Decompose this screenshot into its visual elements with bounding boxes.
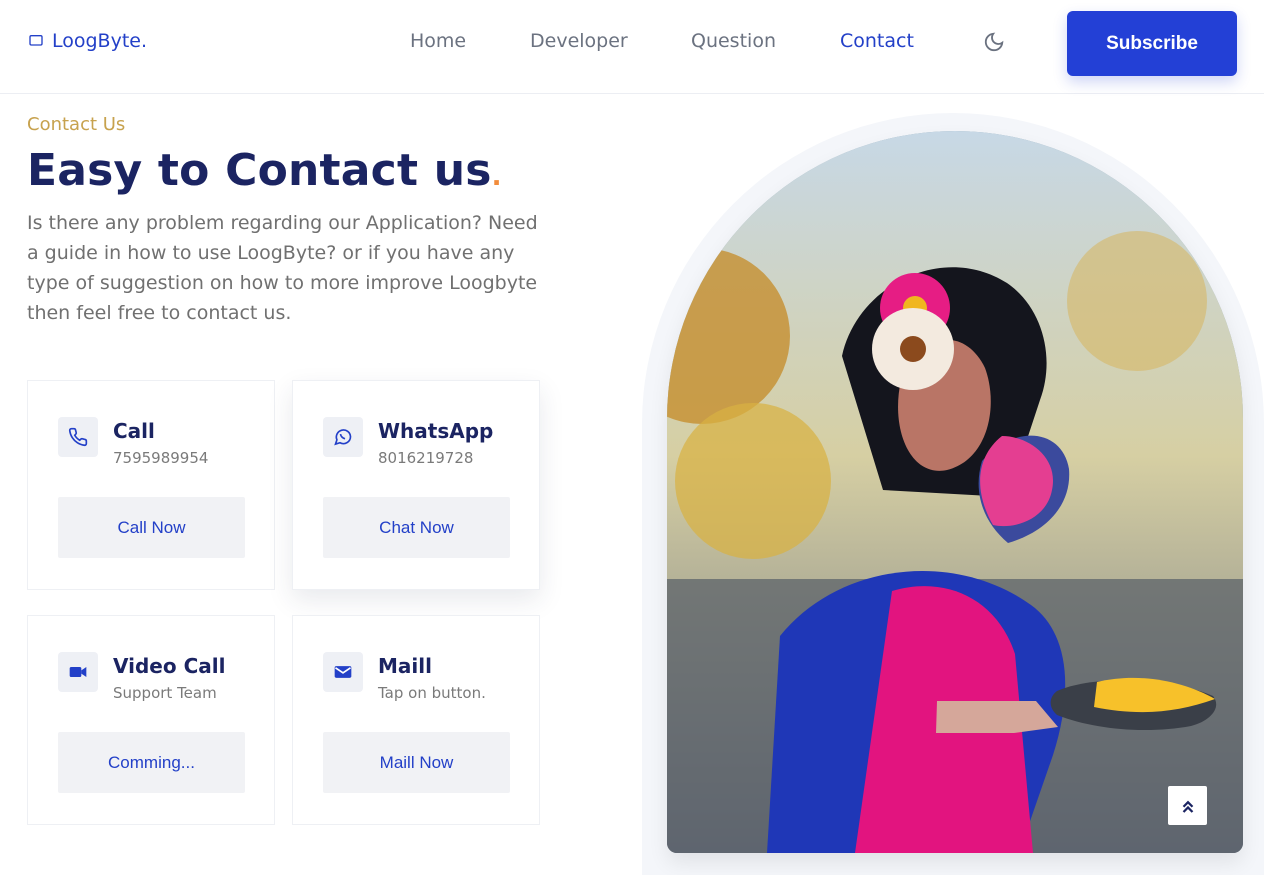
- nav-developer[interactable]: Developer: [530, 30, 628, 52]
- card-title: Call: [113, 419, 155, 443]
- contact-card-call: Call 7595989954 Call Now: [27, 380, 275, 590]
- contact-card-whatsapp: WhatsApp 8016219728 Chat Now: [292, 380, 540, 590]
- hero-photo: [667, 131, 1243, 853]
- mail-icon: [323, 652, 363, 692]
- call-now-button[interactable]: Call Now: [58, 497, 245, 558]
- video-call-button[interactable]: Comming...: [58, 732, 245, 793]
- mail-now-button[interactable]: Maill Now: [323, 732, 510, 793]
- photo-illustration: [667, 131, 1243, 853]
- brand-logo[interactable]: LoogByte.: [28, 30, 147, 52]
- chat-logo-icon: [29, 35, 43, 46]
- page-title-text: Easy to Contact us: [27, 145, 492, 196]
- video-camera-icon: [58, 652, 98, 692]
- card-subtitle: 8016219728: [378, 449, 474, 467]
- card-subtitle: Tap on button.: [378, 684, 486, 702]
- whatsapp-icon: [323, 417, 363, 457]
- card-title: Maill: [378, 654, 432, 678]
- page-title: Easy to Contact us.: [27, 145, 502, 196]
- nav-question[interactable]: Question: [691, 30, 776, 52]
- top-navigation: LoogByte. Home Developer Question Contac…: [0, 0, 1264, 94]
- subscribe-button[interactable]: Subscribe: [1067, 11, 1237, 76]
- title-accent-dot: .: [491, 162, 502, 192]
- nav-home[interactable]: Home: [410, 30, 466, 52]
- section-eyebrow: Contact Us: [27, 114, 126, 135]
- contact-description: Is there any problem regarding our Appli…: [27, 212, 538, 324]
- contact-card-video-call: Video Call Support Team Comming...: [27, 615, 275, 825]
- nav-contact[interactable]: Contact: [840, 30, 914, 52]
- contact-card-mail: Maill Tap on button. Maill Now: [292, 615, 540, 825]
- card-subtitle: Support Team: [113, 684, 217, 702]
- double-chevron-up-icon: [1182, 800, 1193, 813]
- moon-icon[interactable]: [983, 31, 1005, 53]
- brand-name: LoogByte.: [52, 30, 148, 52]
- card-subtitle: 7595989954: [113, 449, 209, 467]
- chat-now-button[interactable]: Chat Now: [323, 497, 510, 558]
- scroll-to-top-button[interactable]: [1168, 786, 1207, 825]
- card-title: WhatsApp: [378, 419, 494, 443]
- card-title: Video Call: [113, 654, 226, 678]
- phone-icon: [58, 417, 98, 457]
